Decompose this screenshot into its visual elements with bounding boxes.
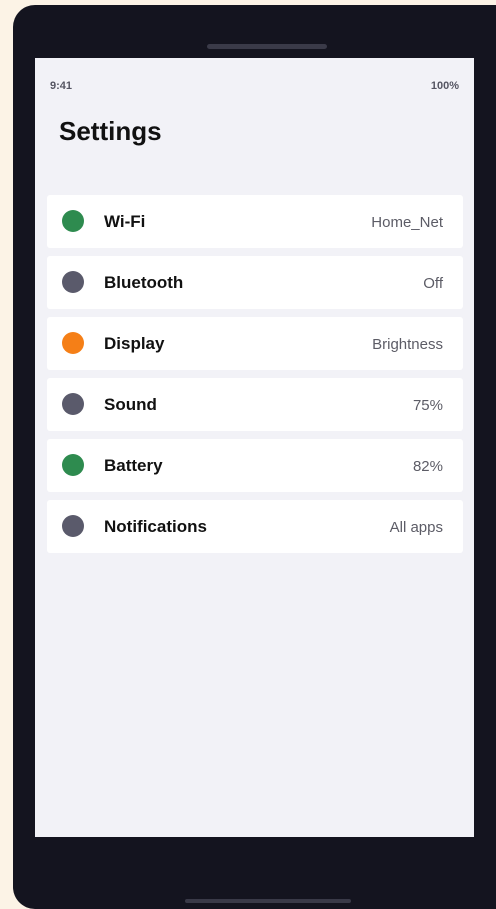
speaker-grille [207, 44, 327, 49]
settings-row-label: Wi-Fi [104, 212, 146, 231]
settings-list: Wi-Fi Home_Net Bluetooth Off Display Bri… [47, 195, 463, 561]
settings-row-label: Notifications [104, 517, 207, 536]
settings-row-value: Off [423, 275, 443, 292]
settings-row-notifications[interactable]: Notifications All apps [47, 500, 463, 553]
settings-row-value: Brightness [372, 336, 443, 353]
settings-row-value: 82% [412, 458, 443, 475]
settings-screen: 9:41 100% Settings Wi-Fi Home_Net Blueto… [35, 58, 474, 837]
status-battery-level: 100% [430, 80, 459, 92]
settings-row-label: Bluetooth [104, 273, 184, 292]
bluetooth-status-dot-icon [62, 271, 84, 293]
settings-row-battery[interactable]: Battery 82% [47, 439, 463, 492]
settings-row-label: Battery [104, 456, 163, 475]
sound-status-dot-icon [62, 393, 84, 415]
home-indicator[interactable] [185, 899, 351, 903]
wifi-status-dot-icon [62, 210, 84, 232]
display-status-dot-icon [62, 332, 84, 354]
status-time: 9:41 [50, 80, 73, 92]
settings-row-sound[interactable]: Sound 75% [47, 378, 463, 431]
settings-row-label: Sound [104, 395, 157, 414]
notifications-status-dot-icon [62, 515, 84, 537]
settings-row-value: All apps [389, 519, 443, 536]
settings-row-label: Display [104, 334, 165, 353]
settings-row-value: Home_Net [371, 214, 443, 231]
settings-row-display[interactable]: Display Brightness [47, 317, 463, 370]
settings-row-value: 75% [412, 397, 443, 414]
battery-status-dot-icon [62, 454, 84, 476]
page-title: Settings [59, 116, 162, 146]
settings-row-bluetooth[interactable]: Bluetooth Off [47, 256, 463, 309]
settings-row-wifi[interactable]: Wi-Fi Home_Net [47, 195, 463, 248]
